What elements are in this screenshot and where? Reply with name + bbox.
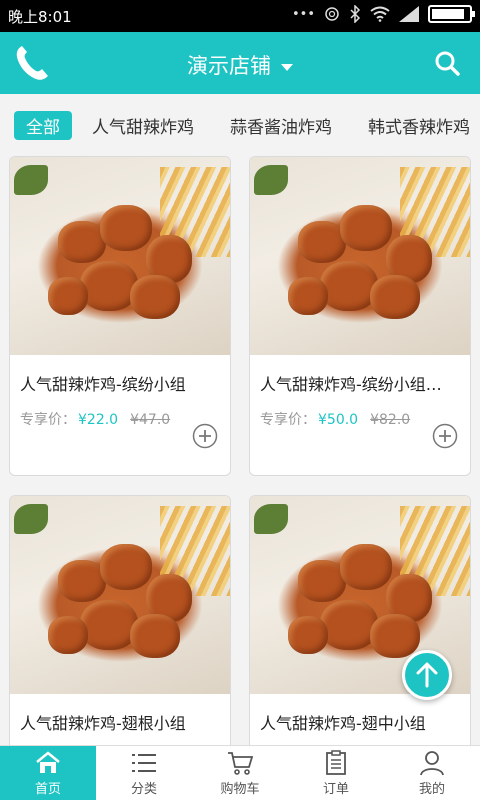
nav-label: 我的 — [418, 782, 445, 797]
status-bar: 晚上8:01 ••• — [0, 0, 480, 32]
product-card[interactable]: 人气甜辣炸鸡-缤纷小组 专享价： ¥22.0 ¥47.0 — [9, 156, 231, 476]
nav-label: 订单 — [322, 782, 349, 797]
current-price: ¥22.0 — [78, 412, 119, 428]
product-image — [10, 496, 230, 694]
product-name: 人气甜辣炸鸡-翅中小组 — [260, 714, 426, 733]
list-icon — [132, 754, 156, 772]
tab-all[interactable]: 全部 — [14, 111, 72, 140]
tab-korean-spicy[interactable]: 韩式香辣炸鸡 — [368, 113, 470, 138]
battery-icon — [428, 5, 475, 23]
bottom-nav: 首页 分类 购物车 订单 我的 — [0, 745, 480, 800]
order-icon — [326, 750, 346, 775]
original-price: ¥47.0 — [130, 412, 171, 428]
user-icon — [420, 751, 444, 776]
current-price: ¥50.0 — [318, 412, 359, 428]
nav-profile[interactable]: 我的 — [384, 746, 480, 800]
category-tabs: 全部 人气甜辣炸鸡 蒜香酱油炸鸡 韩式香辣炸鸡 — [0, 94, 480, 156]
scroll-to-top-button[interactable] — [402, 650, 452, 700]
nav-orders[interactable]: 订单 — [288, 746, 384, 800]
store-name: 演示店铺 — [187, 54, 271, 78]
wifi-icon — [370, 6, 390, 22]
nav-category[interactable]: 分类 — [96, 746, 192, 800]
home-icon — [36, 751, 60, 773]
product-image — [10, 157, 230, 355]
price-label: 专享价： — [260, 412, 316, 428]
original-price: ¥82.0 — [370, 412, 411, 428]
add-to-cart-icon[interactable] — [192, 423, 218, 449]
store-selector[interactable]: 演示店铺 — [0, 50, 480, 80]
price-label: 专享价： — [20, 412, 76, 428]
cart-icon — [228, 752, 254, 775]
nav-home[interactable]: 首页 — [0, 746, 96, 800]
product-name: 人气甜辣炸鸡-缤纷小组 — [20, 375, 186, 394]
alarm-icon — [325, 7, 339, 21]
bluetooth-icon — [350, 5, 361, 23]
product-card[interactable]: 人气甜辣炸鸡-缤纷小组… 专享价： ¥50.0 ¥82.0 — [249, 156, 471, 476]
tab-sweet-spicy[interactable]: 人气甜辣炸鸡 — [92, 113, 194, 138]
product-name: 人气甜辣炸鸡-缤纷小组… — [260, 375, 442, 394]
status-time: 晚上8:01 — [8, 8, 72, 26]
product-card[interactable]: 人气甜辣炸鸡-翅根小组 — [9, 495, 231, 755]
tab-garlic-soy[interactable]: 蒜香酱油炸鸡 — [230, 113, 332, 138]
chevron-down-icon — [281, 63, 293, 71]
product-image — [250, 157, 470, 355]
product-card[interactable]: 人气甜辣炸鸡-翅中小组 — [249, 495, 471, 755]
more-icon: ••• — [291, 6, 315, 22]
app-bar: 演示店铺 — [0, 32, 480, 94]
search-icon[interactable] — [434, 50, 460, 76]
arrow-up-icon — [416, 662, 438, 688]
nav-label: 购物车 — [220, 782, 260, 797]
nav-cart[interactable]: 购物车 — [192, 746, 288, 800]
nav-label: 分类 — [130, 782, 157, 797]
signal-icon — [399, 6, 419, 22]
add-to-cart-icon[interactable] — [432, 423, 458, 449]
product-name: 人气甜辣炸鸡-翅根小组 — [20, 714, 186, 733]
nav-label: 首页 — [34, 782, 61, 797]
